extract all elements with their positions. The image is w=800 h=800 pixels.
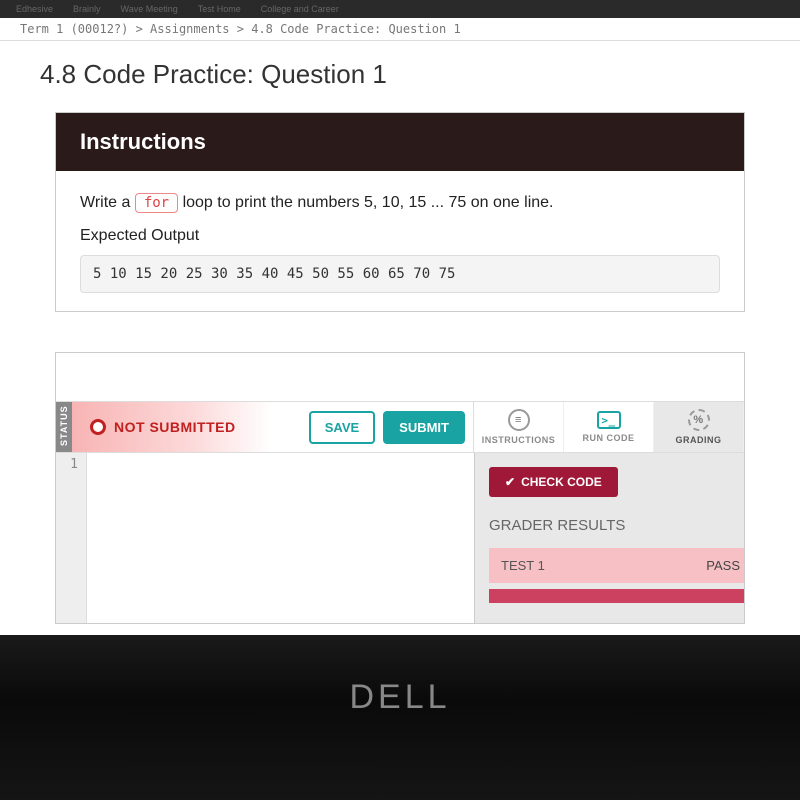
check-code-button[interactable]: ✔ CHECK CODE — [489, 467, 618, 497]
test-result: PASS — [706, 558, 744, 573]
browser-tab[interactable]: Edhesive — [8, 4, 61, 14]
page-title: 4.8 Code Practice: Question 1 — [0, 41, 800, 112]
test-name: TEST 1 — [501, 558, 545, 573]
submit-button[interactable]: SUBMIT — [383, 411, 465, 444]
breadcrumb[interactable]: Term 1 (00012?) > Assignments > 4.8 Code… — [0, 18, 800, 41]
status-dot-icon — [90, 419, 106, 435]
expected-output-label: Expected Output — [80, 227, 720, 245]
browser-tab[interactable]: College and Career — [253, 4, 347, 14]
check-icon: ✔ — [505, 475, 515, 489]
instructions-header: Instructions — [56, 113, 744, 171]
expected-output-box: 5 10 15 20 25 30 35 40 45 50 55 60 65 70… — [80, 255, 720, 293]
check-code-label: CHECK CODE — [521, 475, 602, 489]
editor-text-area[interactable] — [86, 453, 474, 623]
save-button[interactable]: SAVE — [309, 411, 375, 444]
browser-tab[interactable]: Test Home — [190, 4, 249, 14]
test-result-row[interactable]: TEST 1 PASS — [489, 548, 744, 583]
laptop-brand-logo: DELL — [349, 678, 450, 717]
ide-toolbar: STATUS NOT SUBMITTED SAVE SUBMIT ≡ INSTR… — [56, 401, 744, 453]
instruction-prefix: Write a — [80, 194, 135, 211]
code-editor[interactable]: 1 — [56, 453, 474, 623]
test-progress-bar — [489, 589, 744, 603]
status-text: NOT SUBMITTED — [114, 419, 236, 435]
laptop-bezel: DELL — [0, 635, 800, 800]
grader-results-title: GRADER RESULTS — [489, 517, 744, 540]
grader-pane: ✔ CHECK CODE GRADER RESULTS TEST 1 PASS — [474, 453, 744, 623]
ide-panel: STATUS NOT SUBMITTED SAVE SUBMIT ≡ INSTR… — [55, 352, 745, 624]
status-badge: NOT SUBMITTED — [72, 402, 272, 452]
tab-instructions[interactable]: ≡ INSTRUCTIONS — [474, 402, 564, 452]
browser-tab[interactable]: Brainly — [65, 4, 109, 14]
tab-grading-label: GRADING — [676, 435, 722, 445]
line-number: 1 — [60, 457, 78, 472]
instructions-panel: Instructions Write a for loop to print t… — [55, 112, 745, 312]
code-keyword-for: for — [135, 193, 178, 213]
run-code-icon: >_ — [597, 411, 621, 429]
instruction-suffix: loop to print the numbers 5, 10, 15 ... … — [178, 194, 553, 211]
tab-grading[interactable]: % GRADING — [654, 402, 744, 452]
browser-tab[interactable]: Wave Meeting — [113, 4, 186, 14]
tab-instructions-label: INSTRUCTIONS — [482, 435, 556, 445]
grading-icon: % — [688, 409, 710, 431]
tab-run-label: RUN CODE — [582, 433, 634, 443]
editor-gutter: 1 — [56, 453, 86, 623]
browser-tab-strip: Edhesive Brainly Wave Meeting Test Home … — [0, 0, 800, 18]
status-vertical-tab[interactable]: STATUS — [56, 402, 72, 452]
instructions-icon: ≡ — [508, 409, 530, 431]
tab-run-code[interactable]: >_ RUN CODE — [564, 402, 654, 452]
instruction-text: Write a for loop to print the numbers 5,… — [80, 193, 720, 213]
